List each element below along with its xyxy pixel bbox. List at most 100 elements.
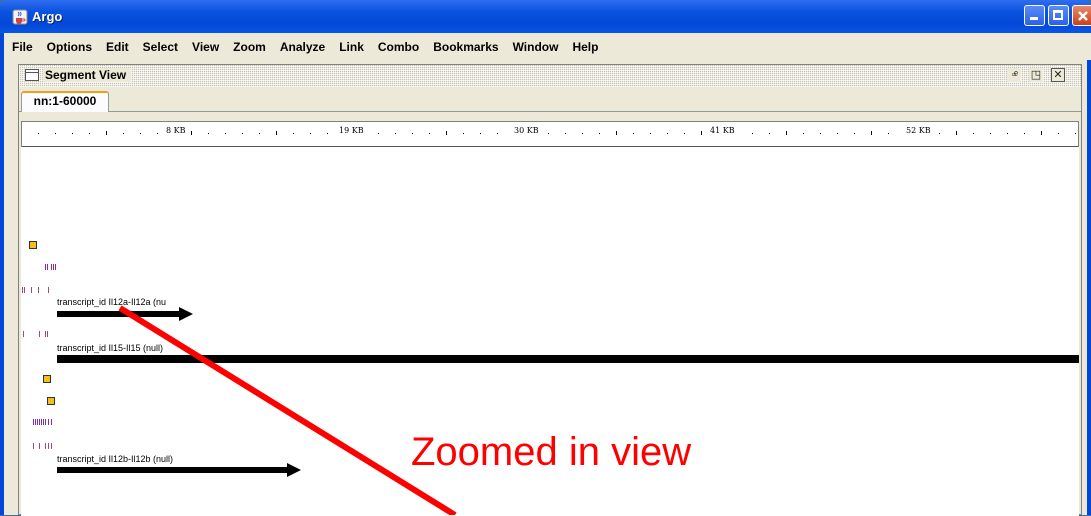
ruler-tick <box>106 131 107 135</box>
menu-analyze[interactable]: Analyze <box>280 40 325 54</box>
ruler-label: 30 KB <box>512 126 541 135</box>
ruler-tick <box>157 133 158 134</box>
view-icon <box>25 69 39 81</box>
close-frame-icon[interactable]: ✕ <box>1051 68 1065 82</box>
ruler-tick <box>871 131 872 135</box>
ruler-tick <box>633 133 634 134</box>
ruler-tick <box>242 133 243 134</box>
ruler-tick <box>667 133 668 134</box>
ruler-tick <box>480 133 481 134</box>
ruler-tick <box>599 133 600 134</box>
iconify-icon[interactable]: ▫ͤ <box>1007 68 1021 82</box>
menu-help[interactable]: Help <box>572 40 598 54</box>
transcript-label[interactable]: transcript_id Il12b-Il12b (null) <box>57 454 173 464</box>
ruler-tick <box>1007 133 1008 134</box>
ruler-tick <box>191 131 192 135</box>
ruler-tick <box>276 131 277 135</box>
ruler-tick <box>1075 133 1076 134</box>
close-button[interactable] <box>1072 5 1091 26</box>
ruler-tick <box>752 133 753 134</box>
feature-marker[interactable] <box>47 397 55 405</box>
title-bar: Argo <box>0 0 1091 33</box>
exon-marks[interactable] <box>23 331 53 337</box>
tab-segment[interactable]: nn:1-60000 <box>21 91 109 112</box>
ruler-tick <box>378 133 379 134</box>
menu-link[interactable]: Link <box>339 40 364 54</box>
ruler-tick <box>1024 133 1025 134</box>
strand-arrow-icon <box>287 463 301 477</box>
ruler-tick <box>208 133 209 134</box>
ruler-label: 52 KB <box>904 126 933 135</box>
maximize-button[interactable] <box>1048 5 1069 26</box>
ruler[interactable]: 8 KB 19 KB 30 KB 41 KB 52 KB <box>21 121 1079 147</box>
menu-zoom[interactable]: Zoom <box>233 40 266 54</box>
ruler-tick <box>140 133 141 134</box>
maximize-frame-icon[interactable]: ◳ <box>1029 68 1043 82</box>
menu-view[interactable]: View <box>192 40 219 54</box>
maximize-icon <box>1053 10 1063 20</box>
exon-marks[interactable] <box>33 443 57 449</box>
ruler-tick <box>429 133 430 134</box>
ruler-tick <box>701 131 702 135</box>
transcript-label[interactable]: transcript_id Il12a-Il12a (nu <box>57 297 166 307</box>
ruler-label: 8 KB <box>164 126 188 135</box>
minimize-button[interactable] <box>1024 5 1045 26</box>
ruler-tick <box>548 133 549 134</box>
menu-select[interactable]: Select <box>143 40 178 54</box>
transcript-track[interactable] <box>57 311 181 317</box>
ruler-tick <box>72 133 73 134</box>
menu-options[interactable]: Options <box>47 40 92 54</box>
menu-bar: File Options Edit Select View Zoom Analy… <box>0 33 1091 60</box>
menu-edit[interactable]: Edit <box>106 40 129 54</box>
ruler-tick <box>990 133 991 134</box>
ruler-tick <box>38 133 39 134</box>
menu-file[interactable]: File <box>12 40 33 54</box>
exon-marks[interactable] <box>22 287 52 293</box>
exon-marks[interactable] <box>45 264 59 270</box>
feature-marker[interactable] <box>43 375 51 383</box>
menu-list: File Options Edit Select View Zoom Analy… <box>4 33 1091 60</box>
ruler-tick <box>939 133 940 134</box>
ruler-tick <box>854 133 855 134</box>
ruler-label: 19 KB <box>337 126 366 135</box>
close-icon <box>1078 11 1088 21</box>
segment-view-title-bar[interactable]: Segment View ▫ͤ ◳ ✕ <box>19 65 1081 87</box>
ruler-label: 41 KB <box>708 126 737 135</box>
menu-combo[interactable]: Combo <box>378 40 419 54</box>
transcript-label[interactable]: transcript_id Il15-Il15 (null) <box>57 343 163 353</box>
ruler-tick <box>803 133 804 134</box>
ruler-tick <box>888 133 889 134</box>
ruler-tick <box>582 133 583 134</box>
exon-marks[interactable] <box>33 419 57 425</box>
ruler-tick <box>956 131 957 135</box>
ruler-tick <box>786 131 787 135</box>
ruler-tick <box>684 133 685 134</box>
transcript-track[interactable] <box>57 467 289 473</box>
menu-bookmarks[interactable]: Bookmarks <box>433 40 498 54</box>
feature-marker[interactable] <box>29 241 37 249</box>
ruler-tick <box>820 133 821 134</box>
strand-arrow-icon <box>179 307 193 321</box>
annotation-text: Zoomed in view <box>411 430 692 474</box>
ruler-tick <box>497 133 498 134</box>
ruler-tick <box>650 133 651 134</box>
ruler-tick <box>259 133 260 134</box>
tab-strip: nn:1-60000 <box>19 87 1081 112</box>
menu-window[interactable]: Window <box>513 40 559 54</box>
ruler-tick <box>1058 133 1059 134</box>
java-cup-icon <box>12 9 28 25</box>
ruler-tick <box>293 133 294 134</box>
window-title: Argo <box>32 9 63 24</box>
ruler-tick <box>412 133 413 134</box>
ruler-tick <box>565 133 566 134</box>
ruler-tick <box>769 133 770 134</box>
ruler-tick <box>55 133 56 134</box>
minimize-icon <box>1030 17 1038 20</box>
ruler-tick <box>310 133 311 134</box>
ruler-tick <box>327 133 328 134</box>
ruler-tick <box>225 133 226 134</box>
transcript-track[interactable] <box>57 355 1079 363</box>
ruler-tick <box>973 133 974 134</box>
ruler-tick <box>837 133 838 134</box>
ruler-tick <box>463 133 464 134</box>
